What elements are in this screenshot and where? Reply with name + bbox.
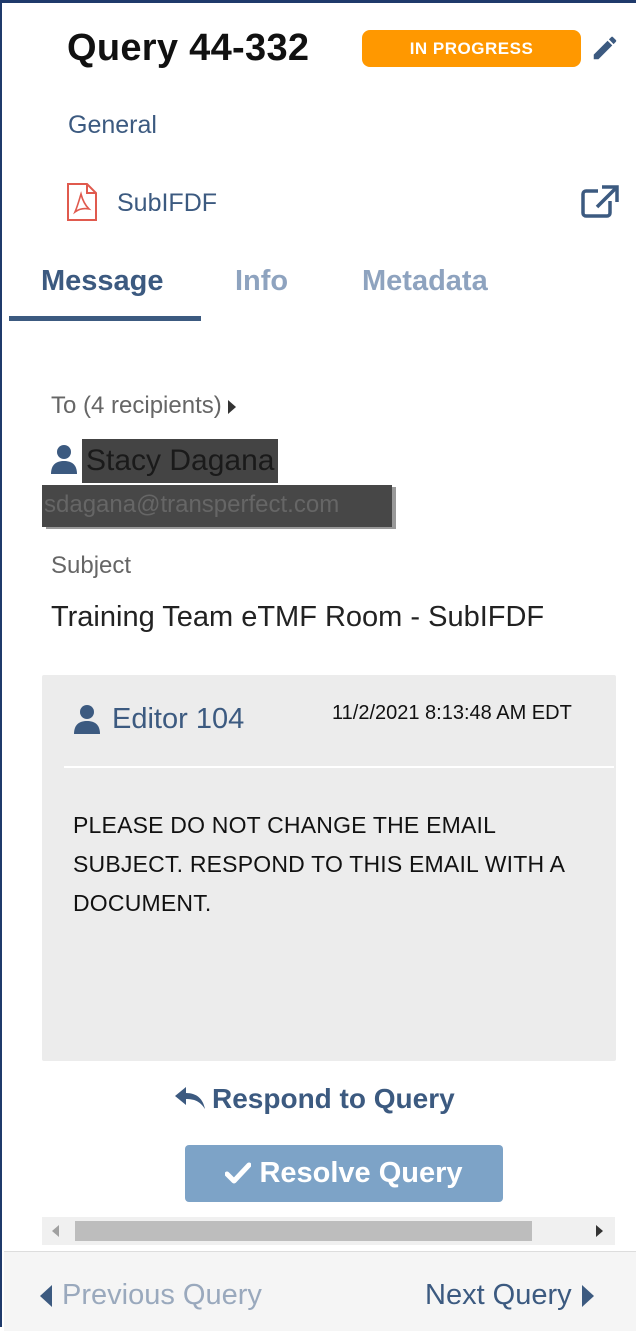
recipient-email: sdagana@transperfect.com bbox=[42, 485, 392, 527]
tab-info[interactable]: Info bbox=[235, 265, 288, 298]
caret-left-icon bbox=[40, 1285, 52, 1308]
recipient-name: Stacy Dagana bbox=[82, 439, 279, 483]
caret-right-icon bbox=[581, 1285, 594, 1308]
query-category: General bbox=[68, 111, 157, 139]
check-icon bbox=[225, 1162, 252, 1184]
caret-right-icon bbox=[227, 399, 236, 414]
message-timestamp: 11/2/2021 8:13:48 AM EDT bbox=[332, 702, 572, 724]
reply-icon bbox=[175, 1087, 205, 1109]
recipients-label: To (4 recipients) bbox=[51, 392, 222, 419]
subject-label: Subject bbox=[51, 552, 132, 579]
message-author: Editor 104 bbox=[112, 703, 245, 735]
resolve-query-button[interactable]: Resolve Query bbox=[185, 1145, 503, 1202]
previous-label: Previous Query bbox=[62, 1279, 262, 1311]
respond-to-query-button[interactable]: Respond to Query bbox=[174, 1083, 455, 1115]
user-icon bbox=[51, 445, 77, 474]
resolve-label: Resolve Query bbox=[259, 1157, 463, 1189]
active-tab-indicator bbox=[9, 316, 201, 321]
status-badge: IN PROGRESS bbox=[362, 30, 581, 67]
external-link-icon[interactable] bbox=[580, 183, 620, 219]
divider bbox=[64, 766, 614, 768]
horizontal-scrollbar[interactable] bbox=[42, 1217, 615, 1245]
scroll-left-icon[interactable] bbox=[52, 1225, 59, 1237]
pdf-icon bbox=[67, 183, 97, 221]
scrollbar-thumb[interactable] bbox=[75, 1221, 532, 1241]
pencil-icon[interactable] bbox=[590, 33, 620, 63]
query-title: Query 44-332 bbox=[67, 27, 310, 69]
query-panel: Query 44-332 IN PROGRESS General SubIFDF… bbox=[0, 0, 636, 1331]
respond-label: Respond to Query bbox=[212, 1083, 455, 1114]
previous-query-button[interactable]: Previous Query bbox=[40, 1279, 262, 1312]
scroll-right-icon[interactable] bbox=[596, 1225, 603, 1237]
next-label: Next Query bbox=[425, 1279, 572, 1311]
message-body: PLEASE DO NOT CHANGE THE EMAIL SUBJECT. … bbox=[73, 812, 564, 916]
tab-metadata[interactable]: Metadata bbox=[362, 265, 488, 298]
next-query-button[interactable]: Next Query bbox=[425, 1279, 594, 1312]
subject-value: Training Team eTMF Room - SubIFDF bbox=[51, 601, 545, 633]
file-link[interactable]: SubIFDF bbox=[117, 189, 217, 218]
tab-message[interactable]: Message bbox=[41, 265, 164, 298]
recipients-toggle[interactable]: To (4 recipients) bbox=[51, 392, 236, 420]
user-icon bbox=[74, 705, 100, 734]
